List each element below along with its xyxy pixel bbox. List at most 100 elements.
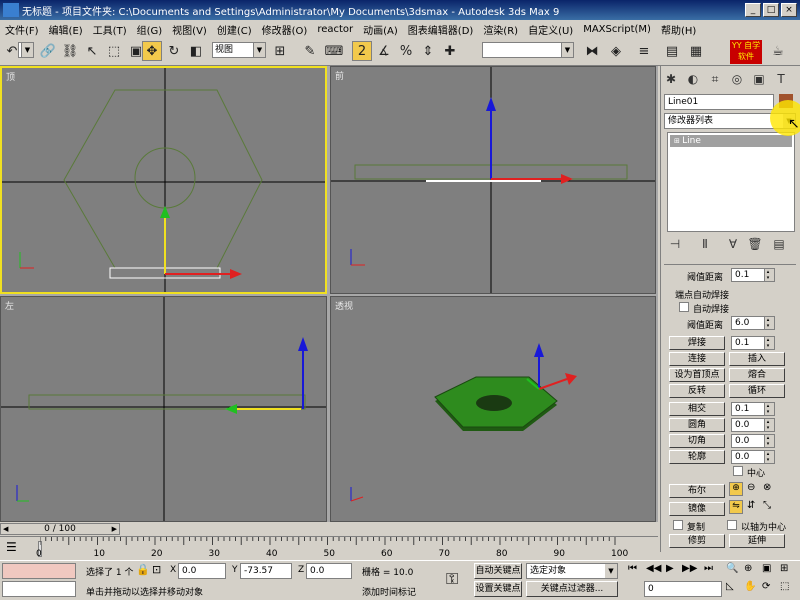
named-selection-icon[interactable]: ✚ <box>440 41 460 61</box>
cross-insert-button[interactable]: 相交 <box>669 402 725 416</box>
time-slider-thumb[interactable]: ◀ 0 / 100 ▶ <box>0 523 120 535</box>
create-tab-icon[interactable]: ✱ <box>661 69 681 89</box>
fillet-spinner[interactable]: 0.0 <box>731 418 775 432</box>
key-filters-button[interactable]: 关键点过滤器... <box>526 581 618 597</box>
y-coordinate-field[interactable]: -73.57 <box>240 563 292 579</box>
current-frame-field[interactable]: 0 <box>644 581 722 597</box>
zoom-icon[interactable]: 🔍 <box>726 563 738 574</box>
percent-snap-icon[interactable]: % <box>396 41 416 61</box>
viewport-top[interactable]: 顶 <box>0 66 327 294</box>
named-selection-dropdown[interactable]: ▼ <box>482 42 574 58</box>
minimize-button[interactable]: _ <box>745 3 761 17</box>
menu-file[interactable]: 文件(F) <box>0 22 44 37</box>
maximize-button[interactable]: □ <box>763 3 779 17</box>
previous-frame-icon[interactable]: ◀◀ <box>646 563 661 574</box>
weld-button[interactable]: 焊接 <box>669 336 725 350</box>
menu-view[interactable]: 视图(V) <box>167 22 212 37</box>
select-move-icon[interactable]: ✥ <box>142 41 162 61</box>
mini-curve-editor-icon[interactable]: ☰ <box>6 540 17 554</box>
x-coordinate-field[interactable]: 0.0 <box>178 563 226 579</box>
weld-spinner[interactable]: 0.1 <box>731 336 775 350</box>
auto-key-button[interactable]: 自动关键点 <box>474 563 522 579</box>
reverse-button[interactable]: 反转 <box>669 384 725 398</box>
set-first-vertex-button[interactable]: 设为首顶点 <box>669 368 725 382</box>
menu-graph-editors[interactable]: 图表编辑器(D) <box>403 22 479 37</box>
spinner-snap-icon[interactable]: ⇕ <box>418 41 438 61</box>
keyboard-shortcut-icon[interactable]: ⌨ <box>324 41 344 61</box>
boolean-subtract-icon[interactable]: ⊖ <box>747 482 755 493</box>
extend-button[interactable]: 延伸 <box>729 534 785 548</box>
field-of-view-icon[interactable]: ◺ <box>726 581 734 592</box>
lock-selection-icon[interactable]: 🔒 <box>136 563 150 576</box>
menu-maxscript[interactable]: MAXScript(M) <box>578 24 656 35</box>
select-region-icon[interactable]: ⬚ <box>104 41 124 61</box>
app-icon[interactable] <box>3 3 19 17</box>
menu-group[interactable]: 组(G) <box>132 22 168 37</box>
viewport-left[interactable]: 左 <box>0 296 327 522</box>
select-link-icon[interactable]: 🔗 <box>38 41 58 61</box>
schematic-view-icon[interactable]: ▦ <box>686 41 706 61</box>
menu-modifiers[interactable]: 修改器(O) <box>257 22 313 37</box>
next-frame-icon[interactable]: ▶ <box>112 524 117 534</box>
angle-snap-icon[interactable]: ∡ <box>374 41 394 61</box>
unlink-icon[interactable]: ⛓ <box>60 41 80 61</box>
menu-animation[interactable]: 动画(A) <box>358 22 403 37</box>
undo-dropdown[interactable]: ▼ <box>18 42 34 58</box>
boolean-union-icon[interactable]: ⊕ <box>729 482 743 496</box>
reference-coordinate-dropdown[interactable]: 视图 ▼ <box>212 42 266 58</box>
z-coordinate-field[interactable]: 0.0 <box>306 563 352 579</box>
trim-button[interactable]: 修剪 <box>669 534 725 548</box>
select-scale-icon[interactable]: ◧ <box>186 41 206 61</box>
time-slider[interactable]: ◀ 0 / 100 ▶ <box>0 522 658 536</box>
menu-reactor[interactable]: reactor <box>312 24 358 35</box>
zoom-extents-all-icon[interactable]: ⊞ <box>780 563 788 574</box>
chamfer-button[interactable]: 切角 <box>669 434 725 448</box>
pivot-center-icon[interactable]: ⊞ <box>270 41 290 61</box>
remove-modifier-icon[interactable]: 🗑 <box>745 234 765 254</box>
prev-frame-icon[interactable]: ◀ <box>3 524 8 534</box>
select-manipulate-icon[interactable]: ✎ <box>300 41 320 61</box>
mirror-both-icon[interactable]: ⤡ <box>763 500 771 511</box>
absolute-mode-icon[interactable]: ⊡ <box>152 563 161 576</box>
go-to-start-icon[interactable]: ⏮ <box>628 563 637 574</box>
show-end-result-icon[interactable]: Ⅱ <box>695 234 715 254</box>
go-to-end-icon[interactable]: ⏭ <box>704 563 713 574</box>
display-tab-icon[interactable]: ▣ <box>749 69 769 89</box>
next-frame-button-icon[interactable]: ▶▶ <box>682 563 697 574</box>
hierarchy-tab-icon[interactable]: ⌗ <box>705 69 725 89</box>
copy-checkbox[interactable] <box>673 520 683 530</box>
zoom-all-icon[interactable]: ⊕ <box>744 563 752 574</box>
curve-editor-icon[interactable]: ▤ <box>662 41 682 61</box>
connect-button[interactable]: 连接 <box>669 352 725 366</box>
zoom-extents-icon[interactable]: ▣ <box>762 563 771 574</box>
selected-dropdown[interactable]: 选定对象 ▼ <box>526 563 618 579</box>
add-time-tag[interactable]: 添加时间标记 <box>362 585 416 598</box>
snap-toggle-icon[interactable]: 2 <box>352 41 372 61</box>
edge-distance-spinner[interactable]: 0.1 <box>731 268 775 282</box>
mirror-vertical-icon[interactable]: ⇵ <box>747 500 755 511</box>
key-icon[interactable]: ⚿ <box>446 569 458 589</box>
maximize-viewport-icon[interactable]: ⬚ <box>780 581 789 592</box>
cross-insert-spinner[interactable]: 0.1 <box>731 402 775 416</box>
configure-modifier-sets-icon[interactable]: ▤ <box>769 234 789 254</box>
menu-help[interactable]: 帮助(H) <box>656 22 701 37</box>
boolean-button[interactable]: 布尔 <box>669 484 725 498</box>
motion-tab-icon[interactable]: ◎ <box>727 69 747 89</box>
menu-create[interactable]: 创建(C) <box>212 22 257 37</box>
align-icon[interactable]: ◈ <box>606 41 626 61</box>
viewport-perspective[interactable]: 透视 <box>330 296 656 522</box>
menu-tools[interactable]: 工具(T) <box>88 22 132 37</box>
arc-rotate-icon[interactable]: ⟳ <box>762 581 770 592</box>
menu-edit[interactable]: 编辑(E) <box>44 22 88 37</box>
outline-spinner[interactable]: 0.0 <box>731 450 775 464</box>
select-rotate-icon[interactable]: ↻ <box>164 41 184 61</box>
make-unique-icon[interactable]: ∀ <box>723 234 743 254</box>
fillet-button[interactable]: 圆角 <box>669 418 725 432</box>
maxscript-mini-listener[interactable] <box>2 581 76 597</box>
layer-manager-icon[interactable]: ≡ <box>634 41 654 61</box>
object-name-field[interactable]: Line01 <box>664 94 774 110</box>
menu-customize[interactable]: 自定义(U) <box>523 22 578 37</box>
close-button[interactable]: × <box>781 3 797 17</box>
maxscript-listener[interactable] <box>2 563 76 579</box>
mirror-icon[interactable]: ⧓ <box>582 41 602 61</box>
